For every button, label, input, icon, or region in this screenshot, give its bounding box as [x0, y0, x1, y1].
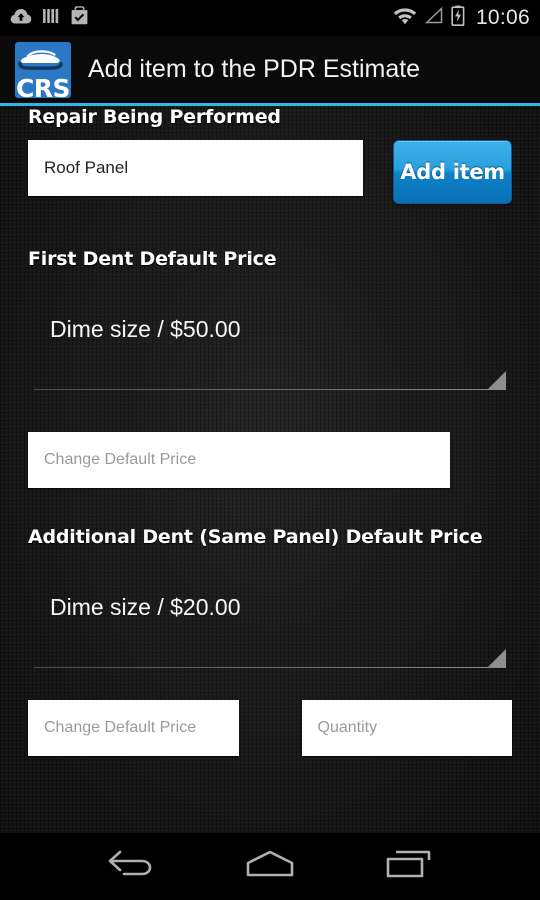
repair-input[interactable]: Roof Panel — [28, 140, 364, 196]
nav-back-button[interactable] — [85, 833, 175, 900]
first-dent-spinner-value: Dime size / $50.00 — [50, 316, 241, 342]
app-logo[interactable]: CRS — [15, 41, 71, 98]
repair-input-value: Roof Panel — [44, 158, 129, 177]
back-icon — [103, 847, 157, 886]
additional-dent-section-label: Additional Dent (Same Panel) Default Pri… — [28, 526, 483, 548]
form-content: Repair Being Performed Roof Panel Add it… — [0, 106, 540, 833]
repair-row: Roof Panel Add item — [28, 140, 512, 204]
barcode-icon — [42, 7, 60, 30]
cloud-upload-icon — [10, 7, 32, 30]
additional-dent-spinner-value: Dime size / $20.00 — [50, 594, 241, 620]
additional-dent-change-price-placeholder: Change Default Price — [44, 719, 197, 736]
add-item-button[interactable]: Add item — [393, 140, 512, 204]
status-bar: 10:06 — [0, 0, 540, 36]
app-logo-text: CRS — [15, 73, 71, 98]
shopping-bag-check-icon — [70, 6, 89, 30]
chevron-down-icon — [488, 649, 506, 667]
quantity-placeholder: Quantity — [317, 719, 378, 736]
wifi-icon — [393, 6, 417, 30]
first-dent-section-label: First Dent Default Price — [28, 248, 277, 270]
status-clock: 10:06 — [475, 6, 530, 29]
first-dent-change-price-input[interactable]: Change Default Price — [28, 432, 450, 488]
chevron-down-icon — [488, 371, 506, 389]
additional-dent-row: Change Default Price Quantity — [28, 700, 512, 756]
first-dent-change-price-placeholder: Change Default Price — [44, 451, 197, 468]
cell-signal-icon — [424, 6, 444, 30]
android-screen: 10:06 CRS Add item to the PDR Estimate R… — [0, 0, 540, 900]
page-title: Add item to the PDR Estimate — [88, 55, 421, 83]
quantity-input[interactable]: Quantity — [301, 700, 512, 756]
spinner-underline — [34, 389, 506, 390]
nav-recents-button[interactable] — [365, 833, 455, 900]
recents-icon — [384, 847, 436, 886]
add-item-button-label: Add item — [400, 160, 505, 184]
battery-charging-icon — [451, 5, 465, 31]
status-bar-system-icons: 10:06 — [393, 5, 530, 31]
action-bar: CRS Add item to the PDR Estimate — [0, 36, 540, 103]
status-bar-notification-icons — [10, 6, 89, 30]
additional-dent-price-spinner[interactable]: Dime size / $20.00 — [34, 580, 506, 668]
home-icon — [241, 847, 299, 886]
first-dent-price-spinner[interactable]: Dime size / $50.00 — [34, 302, 506, 390]
repair-section-label: Repair Being Performed — [28, 106, 281, 128]
car-icon — [17, 45, 69, 76]
nav-home-button[interactable] — [225, 833, 315, 900]
navigation-bar — [0, 833, 540, 900]
additional-dent-change-price-input[interactable]: Change Default Price — [28, 700, 239, 756]
spinner-underline — [34, 667, 506, 668]
